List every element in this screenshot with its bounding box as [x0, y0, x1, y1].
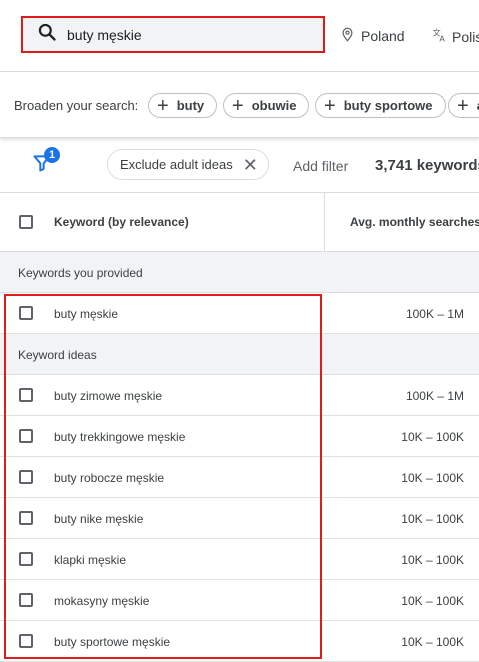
keyword-cell: klapki męskie — [54, 553, 127, 567]
chip-label: buty sportowe — [343, 98, 433, 113]
table-row[interactable]: buty nike męskie 10K – 100K — [0, 498, 479, 539]
search-query: buty męskie — [67, 26, 142, 43]
row-checkbox[interactable] — [19, 511, 33, 525]
row-checkbox[interactable] — [19, 593, 33, 607]
plus-icon: + — [157, 94, 169, 117]
filter-bar: 1 Exclude adult ideas ✕ Add filter 3,741… — [0, 138, 479, 193]
top-bar: buty męskie Poland 文A Polish — [0, 0, 479, 72]
table-row[interactable]: buty zimowe męskie 100K – 1M — [0, 375, 479, 416]
volume-cell: 10K – 100K — [401, 512, 464, 526]
broaden-label: Broaden your search: — [14, 98, 139, 113]
location-label: Poland — [361, 28, 405, 44]
volume-cell: 10K – 100K — [401, 471, 464, 485]
table-row[interactable]: buty trekkingowe męskie 10K – 100K — [0, 416, 479, 457]
row-checkbox[interactable] — [19, 552, 33, 566]
row-checkbox[interactable] — [19, 306, 33, 320]
column-divider — [324, 193, 325, 252]
column-header-keyword[interactable]: Keyword (by relevance) — [54, 215, 189, 229]
section-title: Keyword ideas — [18, 348, 97, 362]
add-filter-button[interactable]: Add filter — [293, 158, 348, 174]
search-icon — [37, 22, 57, 47]
keyword-cell: buty nike męskie — [54, 512, 144, 526]
section-keyword-ideas: Keyword ideas — [0, 334, 479, 375]
chip-label: Exclude adult ideas — [120, 157, 233, 172]
location-pin-icon — [340, 27, 361, 45]
column-header-avg-monthly-searches[interactable]: Avg. monthly searches — [350, 215, 479, 229]
volume-cell: 10K – 100K — [401, 594, 464, 608]
keyword-cell: buty sportowe męskie — [54, 635, 171, 649]
table-row[interactable]: buty męskie 100K – 1M — [0, 293, 479, 334]
table-header: Keyword (by relevance) Avg. monthly sear… — [0, 193, 479, 252]
broaden-chip-buty[interactable]: + buty — [148, 93, 218, 118]
table-row[interactable]: mokasyny męskie 10K – 100K — [0, 580, 479, 621]
svg-text:A: A — [439, 35, 445, 43]
broaden-search-bar: Broaden your search: + buty + obuwie + b… — [0, 72, 479, 138]
table-row[interactable]: klapki męskie 10K – 100K — [0, 539, 479, 580]
keyword-count: 3,741 keywords — [375, 157, 479, 174]
row-checkbox[interactable] — [19, 634, 33, 648]
plus-icon: + — [232, 94, 244, 117]
exclude-adult-chip[interactable]: Exclude adult ideas ✕ — [107, 149, 269, 180]
keyword-cell: buty męskie — [54, 307, 119, 321]
keyword-cell: buty zimowe męskie — [54, 389, 163, 403]
section-title: Keywords you provided — [18, 266, 143, 280]
section-keywords-provided: Keywords you provided — [0, 252, 479, 293]
volume-cell: 100K – 1M — [405, 307, 464, 321]
volume-cell: 10K – 100K — [401, 430, 464, 444]
table-row[interactable]: buty sportowe męskie 10K – 100K — [0, 621, 479, 662]
plus-icon: + — [457, 94, 469, 117]
broaden-chip-more[interactable]: + a — [448, 93, 479, 118]
volume-cell: 10K – 100K — [401, 635, 464, 649]
translate-icon: 文A — [432, 27, 452, 46]
broaden-chip-obuwie[interactable]: + obuwie — [223, 93, 310, 118]
volume-cell: 100K – 1M — [405, 389, 464, 403]
volume-cell: 10K – 100K — [401, 553, 464, 567]
keyword-cell: buty trekkingowe męskie — [54, 430, 186, 444]
chip-label: obuwie — [251, 98, 297, 113]
keyword-cell: mokasyny męskie — [54, 594, 150, 608]
row-checkbox[interactable] — [19, 470, 33, 484]
location-selector[interactable]: Poland — [340, 27, 405, 45]
select-all-checkbox[interactable] — [19, 215, 33, 229]
chip-label: buty — [176, 98, 205, 113]
search-input[interactable]: buty męskie — [21, 16, 325, 53]
keyword-cell: buty robocze męskie — [54, 471, 165, 485]
language-selector[interactable]: 文A Polish — [432, 27, 479, 46]
language-label: Polish — [452, 28, 479, 45]
filter-count-badge: 1 — [44, 147, 60, 163]
broaden-chip-buty-sportowe[interactable]: + buty sportowe — [315, 93, 446, 118]
close-icon[interactable]: ✕ — [243, 156, 258, 174]
row-checkbox[interactable] — [19, 429, 33, 443]
plus-icon: + — [324, 94, 336, 117]
table-row[interactable]: buty robocze męskie 10K – 100K — [0, 457, 479, 498]
row-checkbox[interactable] — [19, 388, 33, 402]
